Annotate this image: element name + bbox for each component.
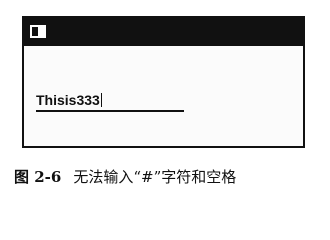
text-input-value[interactable]: Thisis333	[36, 92, 102, 108]
text-cursor	[100, 93, 102, 107]
figure-caption: 图 2-6 无法输入“#”字符和空格	[14, 166, 314, 187]
text-input[interactable]: Thisis333	[36, 90, 184, 112]
window-client-area: Thisis333	[24, 46, 303, 146]
text-input-text[interactable]: Thisis333	[36, 92, 100, 108]
window-icon[interactable]	[30, 25, 46, 38]
window-titlebar[interactable]	[24, 18, 303, 46]
figure-number: 图 2-6	[14, 168, 62, 186]
figure-caption-text: 无法输入“#”字符和空格	[73, 168, 237, 186]
app-window: Thisis333	[22, 16, 305, 148]
